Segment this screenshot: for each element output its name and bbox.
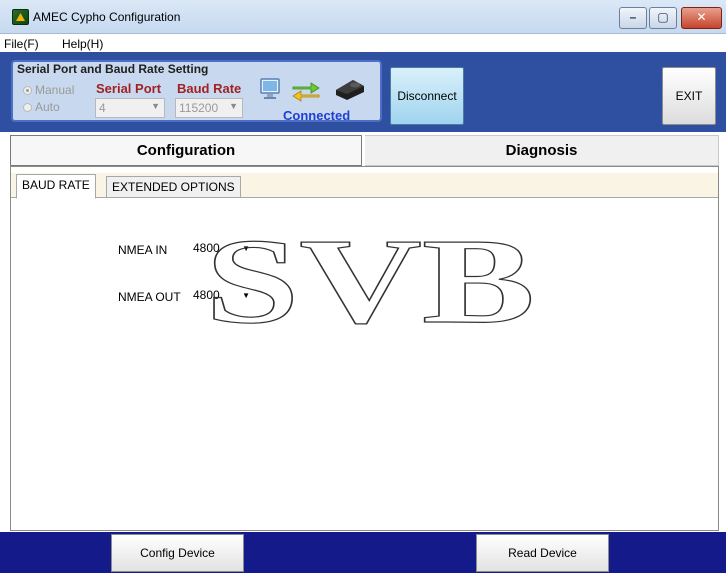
config-device-button[interactable]: Config Device — [111, 534, 244, 572]
nmea-out-value: 4800 — [193, 288, 220, 302]
radio-unselected-icon — [23, 103, 32, 112]
minimize-icon: – — [629, 10, 637, 24]
nmea-out-label: NMEA OUT — [118, 290, 181, 304]
radio-selected-icon — [23, 86, 32, 95]
chevron-down-icon: ▼ — [229, 101, 238, 111]
close-icon: ✕ — [696, 10, 707, 24]
chevron-down-icon: ▼ — [151, 101, 160, 111]
main-tab-bar: Configuration Diagnosis — [10, 135, 719, 166]
serial-port-select[interactable]: 4 ▼ — [95, 98, 165, 118]
nmea-out-select[interactable]: 4800 ▼ — [190, 286, 260, 306]
chevron-down-icon: ▼ — [242, 244, 250, 253]
serial-port-value: 4 — [99, 101, 106, 115]
configuration-panel: BAUD RATE EXTENDED OPTIONS NMEA IN 4800 … — [10, 166, 719, 531]
nmea-in-select[interactable]: 4800 ▼ — [190, 239, 260, 259]
mode-auto-radio[interactable]: Auto — [23, 100, 60, 114]
connection-header: Serial Port and Baud Rate Setting Manual… — [0, 52, 726, 132]
app-logo-icon — [12, 9, 29, 25]
serial-group-title: Serial Port and Baud Rate Setting — [17, 62, 209, 76]
chevron-down-icon: ▼ — [242, 291, 250, 300]
tab-baud-rate[interactable]: BAUD RATE — [16, 174, 96, 199]
connection-status: Connected — [283, 108, 351, 123]
disconnect-button[interactable]: Disconnect — [390, 67, 464, 125]
tab-extended-options[interactable]: EXTENDED OPTIONS — [106, 176, 241, 198]
read-device-button[interactable]: Read Device — [476, 534, 609, 572]
window-title: AMEC Cypho Configuration — [33, 10, 181, 24]
baud-rate-label: Baud Rate — [177, 81, 242, 96]
serial-port-label: Serial Port — [96, 81, 162, 96]
nmea-in-label: NMEA IN — [118, 243, 168, 257]
exit-button[interactable]: EXIT — [662, 67, 716, 125]
baud-rate-select[interactable]: 115200 ▼ — [175, 98, 243, 118]
minimize-button[interactable]: – — [619, 7, 647, 29]
device-icon — [336, 80, 364, 100]
close-button[interactable]: ✕ — [681, 7, 722, 29]
nmea-in-value: 4800 — [193, 241, 220, 255]
title-bar: AMEC Cypho Configuration – ▢ ✕ — [0, 0, 726, 34]
mode-manual-label: Manual — [35, 83, 75, 97]
maximize-button[interactable]: ▢ — [649, 7, 677, 29]
tab-configuration[interactable]: Configuration — [10, 135, 362, 166]
mode-auto-label: Auto — [35, 100, 60, 114]
baud-rate-panel: NMEA IN 4800 ▼ NMEA OUT 4800 ▼ — [11, 197, 718, 530]
menu-bar: File(F) Help(H) — [0, 34, 726, 52]
monitor-icon — [260, 78, 280, 99]
menu-file[interactable]: File(F) — [4, 37, 39, 51]
tab-diagnosis[interactable]: Diagnosis — [365, 135, 719, 166]
footer-bar: Config Device Read Device — [0, 532, 726, 573]
mode-manual-radio[interactable]: Manual — [23, 83, 74, 97]
baud-rate-value: 115200 — [179, 101, 219, 115]
serial-settings-group: Serial Port and Baud Rate Setting Manual… — [11, 60, 382, 123]
maximize-icon: ▢ — [657, 10, 669, 24]
menu-help[interactable]: Help(H) — [62, 37, 103, 51]
transfer-arrows-icon — [292, 82, 320, 102]
